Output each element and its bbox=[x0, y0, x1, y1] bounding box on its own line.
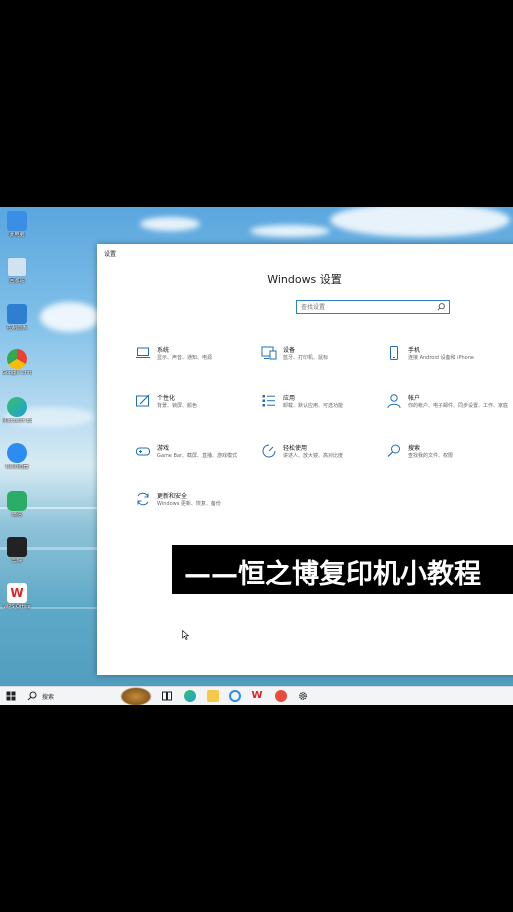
tile-name: 系统 bbox=[157, 347, 170, 354]
desktop-icon-wechat[interactable]: 微信 bbox=[2, 491, 32, 518]
task-view-icon[interactable] bbox=[161, 690, 173, 702]
recycle-bin-icon bbox=[7, 257, 27, 277]
apps-icon bbox=[262, 395, 275, 407]
desktop-icon-chrome[interactable]: Google Chrome bbox=[2, 349, 32, 376]
desktop-icon-label: 控制面板 bbox=[6, 325, 27, 331]
desktop-icon-label: Microsoft Edge bbox=[2, 418, 32, 424]
search-icon bbox=[387, 444, 400, 457]
search-icon bbox=[437, 303, 445, 311]
tile-name: 轻松使用 bbox=[283, 445, 308, 452]
desktop-icon-label: 剪映 bbox=[11, 558, 22, 564]
tile-devices[interactable]: 设备 蓝牙、打印机、鼠标 bbox=[261, 345, 371, 375]
windows-start-icon[interactable] bbox=[5, 690, 17, 702]
desktop-icon-label: 微信 bbox=[11, 512, 22, 518]
tile-search[interactable]: 搜索 查找我的文件、权限 bbox=[386, 443, 496, 473]
desktop-icon-wps[interactable]: W WPS Office bbox=[2, 583, 32, 610]
taskbar-search-icon[interactable] bbox=[26, 690, 38, 702]
browser-icon[interactable] bbox=[229, 690, 241, 702]
wechat-icon bbox=[7, 491, 27, 511]
tile-name: 手机 bbox=[408, 347, 421, 354]
desktop-icon-label: QQ浏览器 bbox=[5, 464, 29, 470]
tile-accounts[interactable]: 帐户 你的帐户、电子邮件、同步设置、工作、家庭 bbox=[386, 393, 508, 423]
desktop-icon-recycle-bin[interactable]: 回收站 bbox=[2, 257, 32, 284]
caption-text: ——恒之博复印机小教程 bbox=[184, 559, 481, 590]
wps-icon: W bbox=[7, 583, 27, 603]
control-panel-icon bbox=[7, 304, 27, 324]
tile-name: 应用 bbox=[283, 395, 296, 402]
explorer-icon[interactable] bbox=[207, 690, 219, 702]
tile-description: 连接 Android 设备和 iPhone bbox=[408, 355, 474, 361]
account-icon bbox=[387, 394, 401, 409]
tile-description: 背景、锁屏、颜色 bbox=[157, 403, 198, 409]
taskbar-search-label[interactable]: 搜索 bbox=[42, 692, 54, 701]
qq-browser-icon bbox=[7, 443, 27, 463]
desktop-icon-label: 回收站 bbox=[9, 278, 25, 284]
tile-name: 设备 bbox=[283, 347, 296, 354]
chrome-icon bbox=[7, 349, 27, 369]
tile-description: 卸载、默认应用、可选功能 bbox=[283, 403, 344, 409]
laptop-icon bbox=[136, 347, 150, 358]
desktop-icon-edge[interactable]: Microsoft Edge bbox=[2, 397, 32, 424]
wps-icon[interactable]: W bbox=[251, 690, 263, 702]
tile-name: 帐户 bbox=[408, 395, 421, 402]
desktop-icon-jianying[interactable]: 剪映 bbox=[2, 537, 32, 564]
desktop-icon-label: 此电脑 bbox=[9, 232, 25, 238]
settings-gear-icon[interactable] bbox=[297, 690, 309, 702]
settings-search-box[interactable] bbox=[296, 300, 450, 314]
desktop-screen: 此电脑 回收站 控制面板 Google Chrome Microsoft Edg… bbox=[0, 207, 513, 705]
personalization-icon bbox=[136, 394, 150, 407]
tile-apps[interactable]: 应用 卸载、默认应用、可选功能 bbox=[261, 393, 371, 423]
desktop-icon-label: WPS Office bbox=[3, 604, 31, 610]
window-title: 设置 bbox=[104, 251, 117, 258]
taskbar: 搜索 W bbox=[0, 686, 513, 705]
mouse-cursor-icon bbox=[182, 630, 189, 640]
edge-icon[interactable] bbox=[184, 690, 196, 702]
devices-icon bbox=[261, 346, 277, 360]
tile-ease-of-access[interactable]: 轻松使用 讲述人、放大镜、高对比度 bbox=[261, 443, 371, 473]
settings-window[interactable]: 设置 Windows 设置 系统 显示、声音、通知、电源 设备 bbox=[97, 244, 513, 675]
tile-name: 更新和安全 bbox=[157, 493, 188, 500]
page-title: Windows 设置 bbox=[267, 273, 342, 286]
tile-description: 蓝牙、打印机、鼠标 bbox=[283, 355, 329, 361]
video-caption: ——恒之博复印机小教程 bbox=[172, 545, 513, 594]
update-icon bbox=[137, 492, 149, 506]
edge-icon bbox=[7, 397, 27, 417]
tile-name: 游戏 bbox=[157, 445, 170, 452]
tile-description: 查找我的文件、权限 bbox=[408, 453, 454, 459]
tile-description: 你的帐户、电子邮件、同步设置、工作、家庭 bbox=[408, 403, 509, 409]
ease-of-access-icon bbox=[262, 444, 276, 458]
capcut-icon bbox=[7, 537, 27, 557]
computer-icon bbox=[7, 211, 27, 231]
desktop-icon-this-pc[interactable]: 此电脑 bbox=[2, 211, 32, 238]
tile-description: 显示、声音、通知、电源 bbox=[157, 355, 213, 361]
desktop-icon-control-panel[interactable]: 控制面板 bbox=[2, 304, 32, 331]
tile-system[interactable]: 系统 显示、声音、通知、电源 bbox=[135, 345, 245, 375]
tile-description: Game Bar、截屏、直播、游戏模式 bbox=[157, 453, 238, 459]
tile-name: 搜索 bbox=[408, 445, 421, 452]
search-input[interactable] bbox=[301, 302, 431, 312]
tile-update-security[interactable]: 更新和安全 Windows 更新、恢复、备份 bbox=[135, 491, 245, 521]
tile-description: Windows 更新、恢复、备份 bbox=[157, 501, 221, 507]
tile-gaming[interactable]: 游戏 Game Bar、截屏、直播、游戏模式 bbox=[135, 443, 245, 473]
desktop-icon-label: Google Chrome bbox=[2, 370, 32, 376]
phone-icon bbox=[390, 346, 398, 360]
record-icon[interactable] bbox=[275, 690, 287, 702]
desktop-icon-qq-browser[interactable]: QQ浏览器 bbox=[2, 443, 32, 470]
turtle-decoration bbox=[120, 687, 152, 705]
tile-personalization[interactable]: 个性化 背景、锁屏、颜色 bbox=[135, 393, 245, 423]
tile-phone[interactable]: 手机 连接 Android 设备和 iPhone bbox=[386, 345, 496, 375]
gaming-icon bbox=[136, 447, 150, 456]
tile-description: 讲述人、放大镜、高对比度 bbox=[283, 453, 344, 459]
tile-name: 个性化 bbox=[157, 395, 176, 402]
